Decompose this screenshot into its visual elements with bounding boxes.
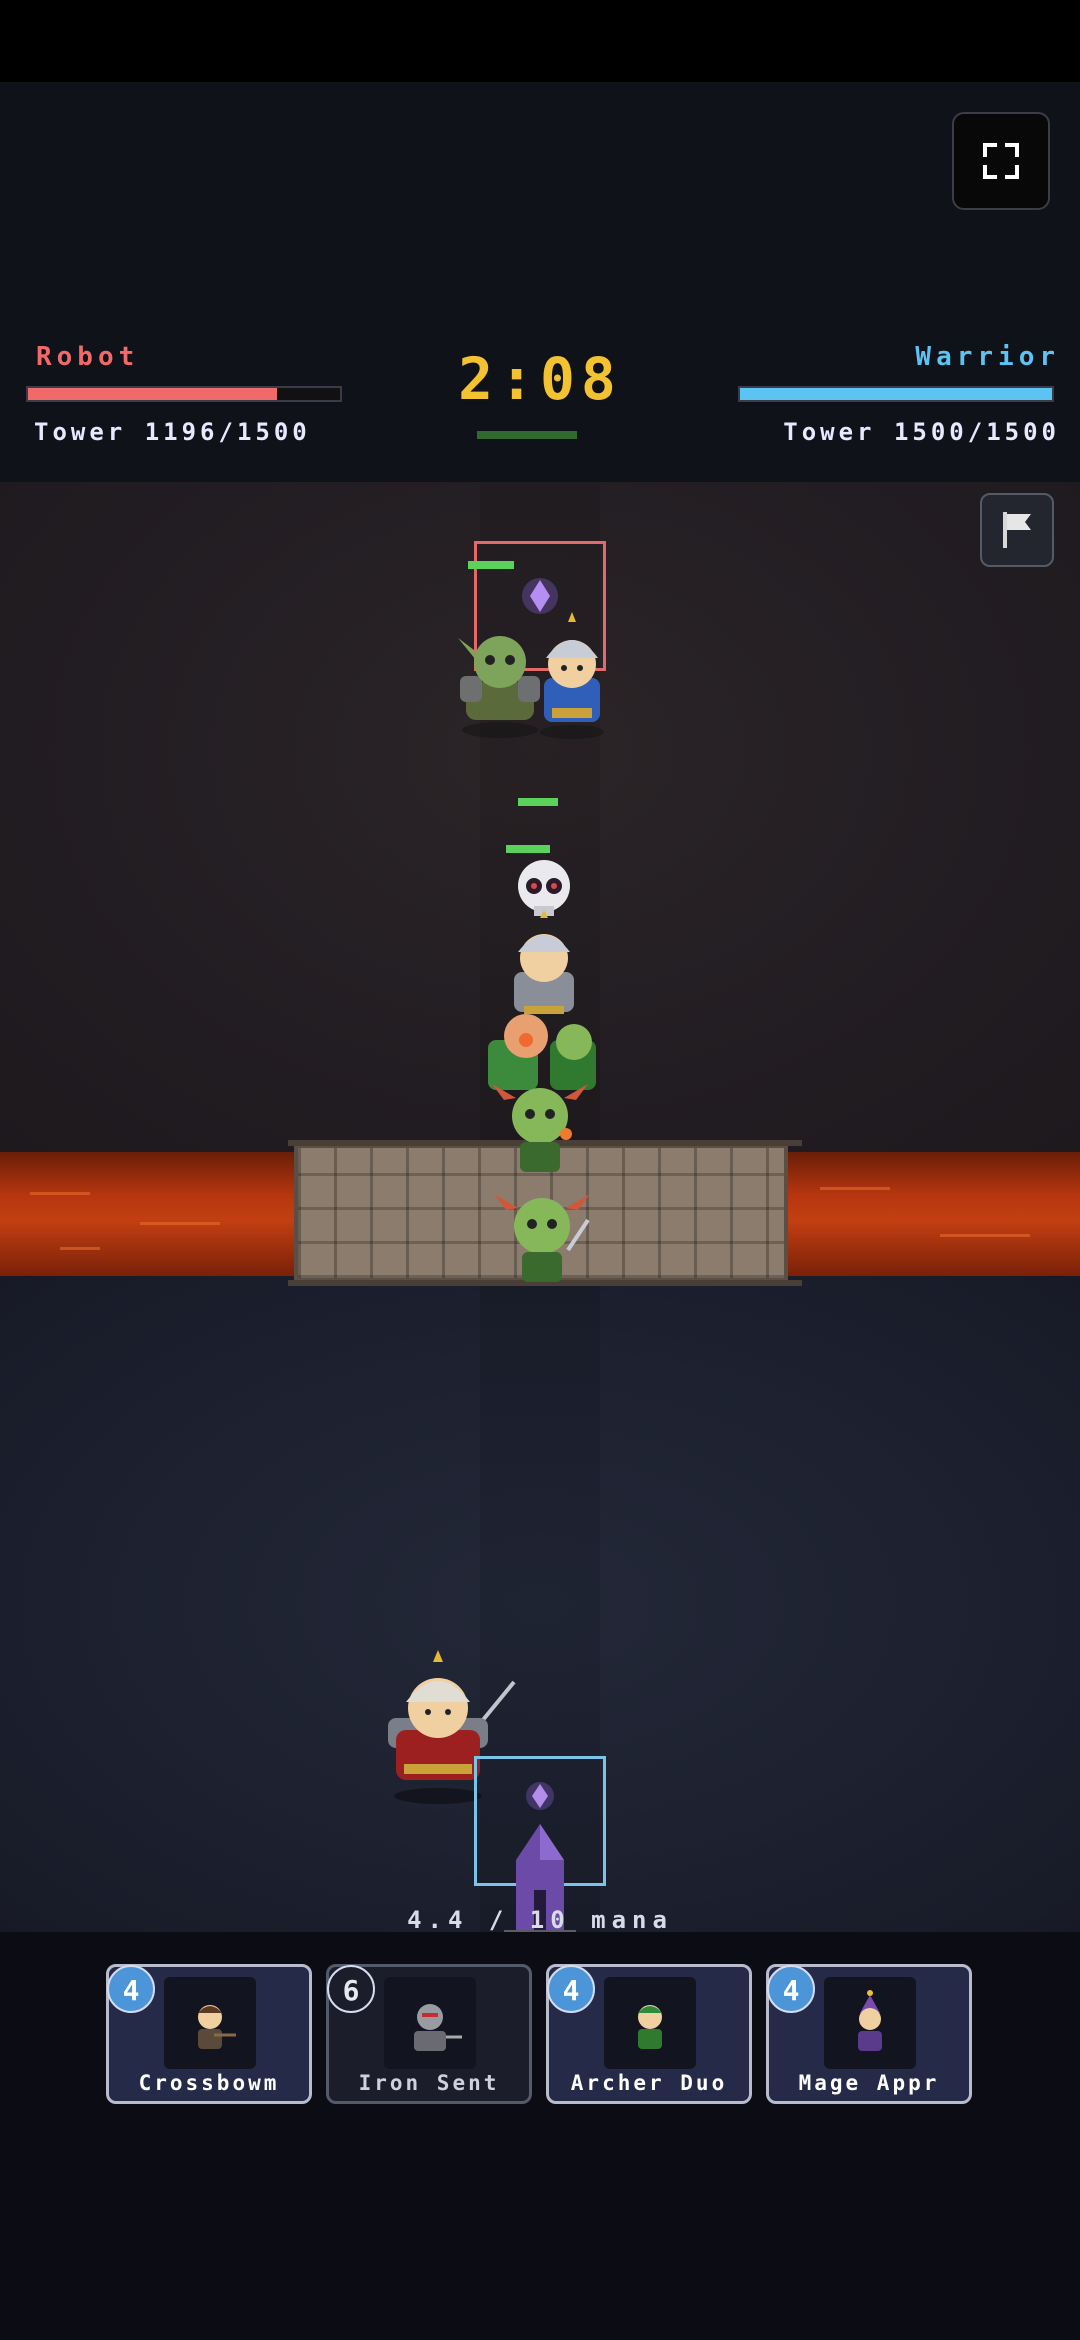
fullscreen-icon: [983, 143, 1019, 179]
right-tower-hp-fill: [740, 388, 1052, 400]
card-portrait: [824, 1977, 916, 2069]
right-tower-hp-text: Tower 1500/1500: [783, 418, 1060, 446]
card-name: Mage Appr: [798, 2071, 940, 2095]
card-portrait: [604, 1977, 696, 2069]
archer-duo-icon: [638, 2005, 662, 2049]
mana-label: 4.4 / 10 mana: [407, 1906, 673, 1934]
card-iron-sentinel[interactable]: 6 Iron Sent: [326, 1964, 532, 2104]
knight-unit: [540, 612, 604, 739]
card-crossbowman[interactable]: 4 Crossbowm: [106, 1964, 312, 2104]
white-flag-icon: [1003, 512, 1031, 548]
right-tower-hp-bar: [738, 386, 1054, 402]
iron-sentinel-icon: [414, 2004, 462, 2051]
card-cost: 4: [107, 1965, 155, 2013]
crossbowman-icon: [198, 2005, 236, 2049]
fullscreen-button[interactable]: [952, 112, 1050, 210]
left-tower-hp-bar: [26, 386, 342, 402]
left-tower-hp-fill: [28, 388, 277, 400]
enemy-tower-health: [468, 561, 514, 569]
card-cost: 6: [327, 1965, 375, 2013]
status-bar-area: [0, 0, 1080, 82]
card-name: Archer Duo: [570, 2071, 728, 2095]
surrender-button[interactable]: [980, 493, 1054, 567]
card-archer-duo[interactable]: 4 Archer Duo: [546, 1964, 752, 2104]
card-portrait: [164, 1977, 256, 2069]
goblin-unit: [492, 1084, 588, 1172]
mage-apprentice-icon: [858, 1990, 882, 2051]
left-player-name: Robot: [36, 342, 140, 372]
card-portrait: [384, 1977, 476, 2069]
card-mage-apprentice[interactable]: 4 Mage Appr: [766, 1964, 972, 2104]
card-cost: 4: [547, 1965, 595, 2013]
right-player-name: Warrior: [915, 342, 1060, 372]
match-timer: 2:08: [458, 345, 622, 413]
timer-progress: [477, 431, 577, 439]
goblin-unit: [494, 1194, 590, 1282]
left-tower-hp-text: Tower 1196/1500: [34, 418, 311, 446]
card-name: Crossbowm: [138, 2071, 280, 2095]
card-name: Iron Sent: [358, 2071, 500, 2095]
unit-health: [518, 798, 558, 806]
card-cost: 4: [767, 1965, 815, 2013]
